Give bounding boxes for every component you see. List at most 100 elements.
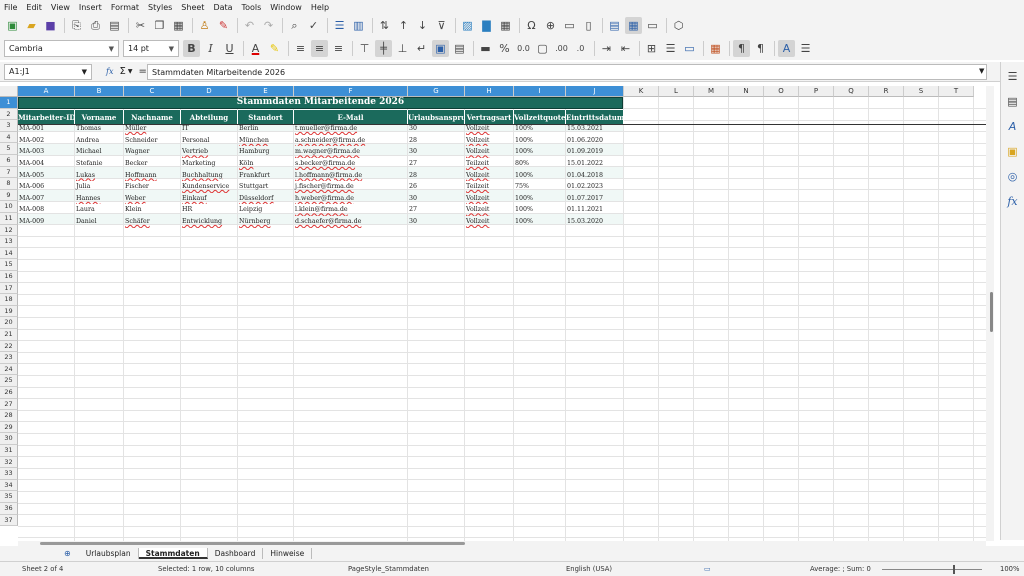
styles-icon[interactable]: A (1004, 118, 1021, 135)
add-sheet-icon[interactable]: ⊕ (64, 549, 71, 558)
table-cell[interactable]: Marketing (181, 158, 238, 170)
table-cell[interactable]: MA-002 (18, 135, 75, 147)
column-header-h[interactable]: H (465, 86, 514, 97)
table-cell[interactable]: Lukas (75, 170, 124, 182)
show-draw-functions-icon[interactable]: ⬡ (670, 17, 687, 34)
column-header-a[interactable]: A (18, 86, 75, 97)
chevron-down-icon[interactable]: ▼ (128, 68, 133, 75)
column-header-c[interactable]: C (124, 86, 181, 97)
formula-input[interactable]: Stammdaten Mitarbeitende 2026 (147, 64, 987, 80)
paste-icon[interactable]: ▦ (170, 17, 187, 34)
row-header-21[interactable]: 21 (0, 329, 18, 341)
align-left-icon[interactable]: ≡ (292, 40, 309, 57)
table-cell[interactable]: 01.06.2020 (566, 135, 624, 147)
table-cell[interactable]: 01.07.2017 (566, 193, 624, 205)
sum-icon[interactable]: Σ (119, 66, 125, 77)
column-header-r[interactable]: R (869, 86, 904, 97)
undo-icon[interactable]: ↶ (241, 17, 258, 34)
autofilter-icon[interactable]: ⊽ (433, 17, 450, 34)
table-cell[interactable]: Düsseldorf (238, 193, 294, 205)
wrap-text-icon[interactable]: ↵ (413, 40, 430, 57)
column-header-g[interactable]: G (408, 86, 465, 97)
name-box[interactable]: A1:J1 ▼ (4, 63, 92, 80)
row-header-28[interactable]: 28 (0, 410, 18, 422)
copy-icon[interactable]: ❐ (151, 17, 168, 34)
menu-item-sheet[interactable]: Sheet (181, 3, 204, 12)
table-cell[interactable]: 15.01.2022 (566, 158, 624, 170)
table-cell[interactable]: 100% (514, 204, 566, 216)
menu-item-format[interactable]: Format (111, 3, 139, 12)
table-cell[interactable]: Kundenservice (181, 181, 238, 193)
table-cell[interactable]: Vollzeit (465, 123, 514, 135)
column-header-n[interactable]: N (729, 86, 764, 97)
border-color-icon[interactable]: ▭ (681, 40, 698, 57)
merge-center-icon[interactable]: ▣ (432, 40, 449, 57)
sheet-title-cell[interactable]: Stammdaten Mitarbeitende 2026 (18, 97, 623, 109)
row-header-24[interactable]: 24 (0, 363, 18, 376)
delete-decimal-icon[interactable]: .0 (572, 40, 589, 57)
table-cell[interactable]: 26 (408, 181, 465, 193)
table-cell[interactable]: 01.11.2021 (566, 204, 624, 216)
align-right-icon[interactable]: ≡ (330, 40, 347, 57)
clone-formatting-icon[interactable]: ♙ (196, 17, 213, 34)
split-window-icon[interactable]: ▭ (644, 17, 661, 34)
align-top-icon[interactable]: ⊤ (356, 40, 373, 57)
clear-formatting-icon[interactable]: ✎ (215, 17, 232, 34)
sheet-tab-dashboard[interactable]: Dashboard (208, 548, 264, 559)
column-header-d[interactable]: D (181, 86, 238, 97)
table-cell[interactable]: Einkauf (181, 193, 238, 205)
table-cell[interactable]: 28 (408, 170, 465, 182)
freeze-rows-columns-icon[interactable]: ▦ (625, 17, 642, 34)
formula-icon[interactable]: = (138, 66, 146, 77)
text-direction-icon[interactable]: ☰ (797, 40, 814, 57)
spelling-icon[interactable]: ✓ (305, 17, 322, 34)
row-header-9[interactable]: 9 (0, 189, 18, 202)
table-cell[interactable]: Leipzig (238, 204, 294, 216)
column-header-q[interactable]: Q (834, 86, 869, 97)
pivot-table-icon[interactable]: ▦ (497, 17, 514, 34)
zoom-slider-handle[interactable] (953, 565, 955, 574)
table-cell[interactable]: Entwicklung (181, 216, 238, 228)
bold-icon[interactable]: B (183, 40, 200, 57)
column-icon[interactable]: ▥ (350, 17, 367, 34)
column-header-j[interactable]: J (566, 86, 624, 97)
table-cell[interactable]: MA-009 (18, 216, 75, 228)
row-header-1[interactable]: 1 (0, 97, 18, 109)
row-header-17[interactable]: 17 (0, 282, 18, 295)
column-header-k[interactable]: K (624, 86, 659, 97)
column-header-e[interactable]: E (238, 86, 294, 97)
table-cell[interactable]: Teilzeit (465, 158, 514, 170)
border-style-icon[interactable]: ☰ (662, 40, 679, 57)
functions-icon[interactable]: fx (1004, 193, 1021, 210)
table-cell[interactable]: 30 (408, 216, 465, 228)
add-decimal-icon[interactable]: .00 (553, 40, 570, 57)
new-document-icon[interactable]: ▣ (4, 17, 21, 34)
gallery-icon[interactable]: ▣ (1004, 143, 1021, 160)
row-header-2[interactable]: 2 (0, 108, 18, 121)
row-header-33[interactable]: 33 (0, 468, 18, 480)
column-header-i[interactable]: I (514, 86, 566, 97)
sheet-tab-hinweise[interactable]: Hinweise (263, 548, 313, 559)
sort-descending-icon[interactable]: ↓ (414, 17, 431, 34)
table-cell[interactable]: 100% (514, 216, 566, 228)
row-header-14[interactable]: 14 (0, 247, 18, 260)
table-cell[interactable]: Weber (124, 193, 181, 205)
menu-item-file[interactable]: File (4, 3, 17, 12)
row-header-27[interactable]: 27 (0, 398, 18, 411)
table-cell[interactable]: Klein (124, 204, 181, 216)
font-name-combo[interactable]: Cambria ▼ (4, 40, 119, 57)
table-cell[interactable]: Wagner (124, 146, 181, 158)
align-center-icon[interactable]: ≡ (311, 40, 328, 57)
print-icon[interactable]: ⎙ (87, 17, 104, 34)
table-cell[interactable]: 100% (514, 123, 566, 135)
sort-icon[interactable]: ⇅ (376, 17, 393, 34)
expand-formula-bar-icon[interactable]: ▼ (979, 67, 984, 75)
row-header-22[interactable]: 22 (0, 340, 18, 353)
row-header-3[interactable]: 3 (0, 120, 18, 132)
row-header-19[interactable]: 19 (0, 305, 18, 318)
conditional-format-icon[interactable]: ▦ (707, 40, 724, 57)
row-header-11[interactable]: 11 (0, 213, 18, 225)
status-zoom[interactable]: 100% (1000, 565, 1019, 573)
save-icon[interactable]: ■ (42, 17, 59, 34)
spreadsheet-grid[interactable]: A B C D E F G H I J K L M N O P Q R S T 1 2 3 4 5 6 7 8 9 10 11 12 13 14 1… (0, 86, 986, 541)
